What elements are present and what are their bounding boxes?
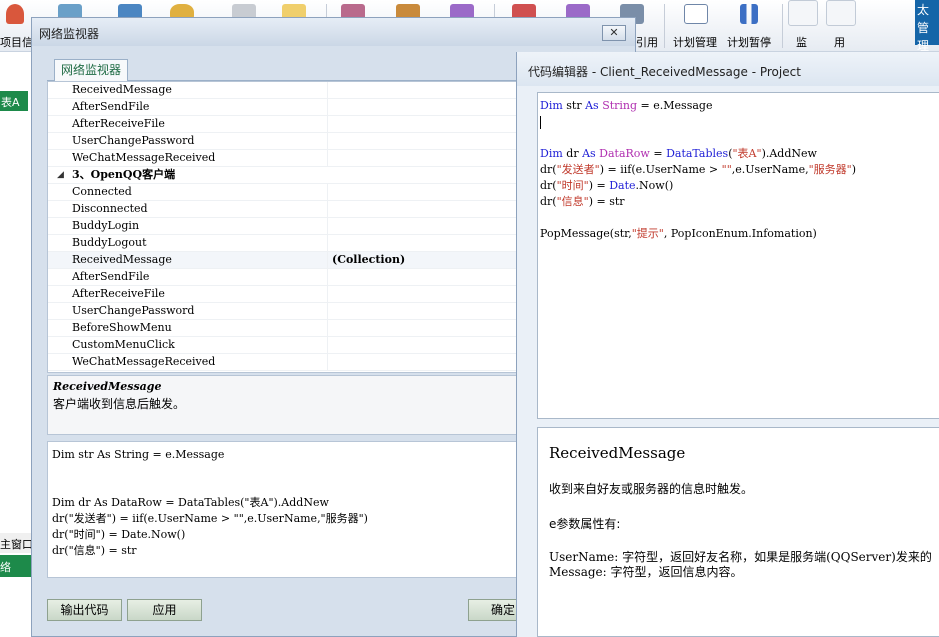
property-name: 3、OpenQQ客户端: [72, 168, 176, 181]
help-panel: ReceivedMessage 收到来自好友或服务器的信息时触发。 e参数属性有…: [537, 427, 939, 637]
help-params-header: e参数属性有:: [549, 517, 621, 531]
property-name: WeChatMessageReceived: [72, 355, 216, 368]
close-button[interactable]: ✕: [602, 25, 626, 41]
property-row[interactable]: WeChatMessageReceived: [48, 354, 521, 371]
code-editor-window: 代码编辑器 - Client_ReceivedMessage - Project…: [516, 52, 939, 637]
property-row[interactable]: BuddyLogin: [48, 218, 521, 235]
description-title: ReceivedMessage: [53, 380, 162, 393]
property-row[interactable]: ReceivedMessage (Collection): [48, 252, 521, 269]
property-row[interactable]: UserChangePassword: [48, 133, 521, 150]
property-row[interactable]: Disconnected: [48, 201, 521, 218]
code-editor[interactable]: Dim str As String = e.Message Dim dr As …: [537, 92, 939, 419]
column-divider: [327, 201, 328, 218]
column-divider: [327, 269, 328, 286]
property-name: ReceivedMessage: [72, 83, 172, 96]
property-row[interactable]: UserChangePassword: [48, 303, 521, 320]
property-row[interactable]: WeChatMessageReceived: [48, 150, 521, 167]
property-name: AfterSendFile: [72, 100, 150, 113]
toolbar-separator: [782, 4, 783, 48]
help-title: ReceivedMessage: [549, 444, 686, 462]
dialog-titlebar[interactable]: 网络监视器 ✕: [32, 18, 635, 46]
calendar-icon[interactable]: [684, 4, 708, 24]
expand-icon[interactable]: ◢: [57, 167, 64, 183]
property-name: BeforeShowMenu: [72, 321, 172, 334]
column-divider: [327, 337, 328, 354]
description-text: 客户端收到信息后触发。: [53, 397, 186, 411]
column-divider: [327, 235, 328, 252]
dialog-title: 网络监视器: [39, 27, 100, 41]
pause-icon[interactable]: [740, 4, 758, 24]
property-name: ReceivedMessage: [72, 253, 172, 266]
toolbar-separator: [664, 4, 665, 48]
apply-button[interactable]: 应用: [127, 599, 202, 621]
property-name: Connected: [72, 185, 132, 198]
property-row[interactable]: Connected: [48, 184, 521, 201]
column-divider: [327, 150, 328, 167]
column-divider: [327, 116, 328, 133]
property-row[interactable]: CustomMenuClick: [48, 337, 521, 354]
property-category[interactable]: ◢ 3、OpenQQ客户端: [48, 167, 521, 184]
column-divider: [327, 184, 328, 201]
property-row[interactable]: AfterSendFile: [48, 99, 521, 116]
network-tab[interactable]: 络: [0, 555, 32, 577]
plan-pause-label[interactable]: 计划暂停: [727, 34, 771, 50]
description-panel: ReceivedMessage 客户端收到信息后触发。: [47, 375, 522, 435]
column-divider: [327, 303, 328, 320]
property-name: AfterReceiveFile: [72, 287, 165, 300]
column-divider: [327, 286, 328, 303]
column-divider: [327, 320, 328, 337]
property-row[interactable]: AfterReceiveFile: [48, 286, 521, 303]
column-divider: [327, 354, 328, 371]
property-name: AfterReceiveFile: [72, 117, 165, 130]
property-row[interactable]: AfterReceiveFile: [48, 116, 521, 133]
property-row[interactable]: BuddyLogout: [48, 235, 521, 252]
tab-network-monitor[interactable]: 网络监视器: [54, 59, 128, 81]
property-value[interactable]: (Collection): [332, 252, 405, 268]
text-caret: [540, 115, 541, 129]
project-info-icon[interactable]: [6, 4, 24, 24]
help-param-username: UserName: 字符型，返回好友名称，如果是服务端(QQServer)发来的: [549, 550, 932, 564]
code-preview[interactable]: Dim str As String = e.Message Dim dr As …: [47, 441, 522, 578]
property-name: WeChatMessageReceived: [72, 151, 216, 164]
property-row[interactable]: ReceivedMessage: [48, 82, 521, 99]
property-name: Disconnected: [72, 202, 148, 215]
brand-badge: 太管理: [915, 0, 939, 53]
monitor-label[interactable]: 监: [796, 34, 807, 50]
help-summary: 收到来自好友或服务器的信息时触发。: [549, 482, 754, 496]
help-param-message: Message: 字符型，返回信息内容。: [549, 565, 743, 579]
property-name: BuddyLogin: [72, 219, 140, 232]
table-a-tab[interactable]: 表A: [0, 91, 28, 111]
property-name: UserChangePassword: [72, 134, 195, 147]
use-icon[interactable]: [826, 0, 856, 26]
property-name: AfterSendFile: [72, 270, 150, 283]
property-name: CustomMenuClick: [72, 338, 175, 351]
property-row[interactable]: BeforeShowMenu: [48, 320, 521, 337]
quote-label[interactable]: 引用: [636, 34, 658, 50]
column-divider: [327, 133, 328, 150]
plan-manage-label[interactable]: 计划管理: [673, 34, 717, 50]
monitor-icon[interactable]: [788, 0, 818, 26]
property-name: UserChangePassword: [72, 304, 195, 317]
use-label[interactable]: 用: [834, 34, 845, 50]
editor-titlebar[interactable]: 代码编辑器 - Client_ReceivedMessage - Project: [517, 52, 939, 86]
column-divider: [327, 218, 328, 235]
column-divider: [327, 252, 328, 269]
export-code-button[interactable]: 输出代码: [47, 599, 122, 621]
property-row[interactable]: AfterSendFile: [48, 269, 521, 286]
main-window-tab[interactable]: 主窗口: [0, 533, 32, 553]
editor-title: 代码编辑器 - Client_ReceivedMessage - Project: [528, 65, 801, 79]
column-divider: [327, 99, 328, 116]
column-divider: [327, 82, 328, 99]
property-name: BuddyLogout: [72, 236, 147, 249]
property-grid: ReceivedMessage AfterSendFile AfterReceive…: [47, 81, 522, 373]
